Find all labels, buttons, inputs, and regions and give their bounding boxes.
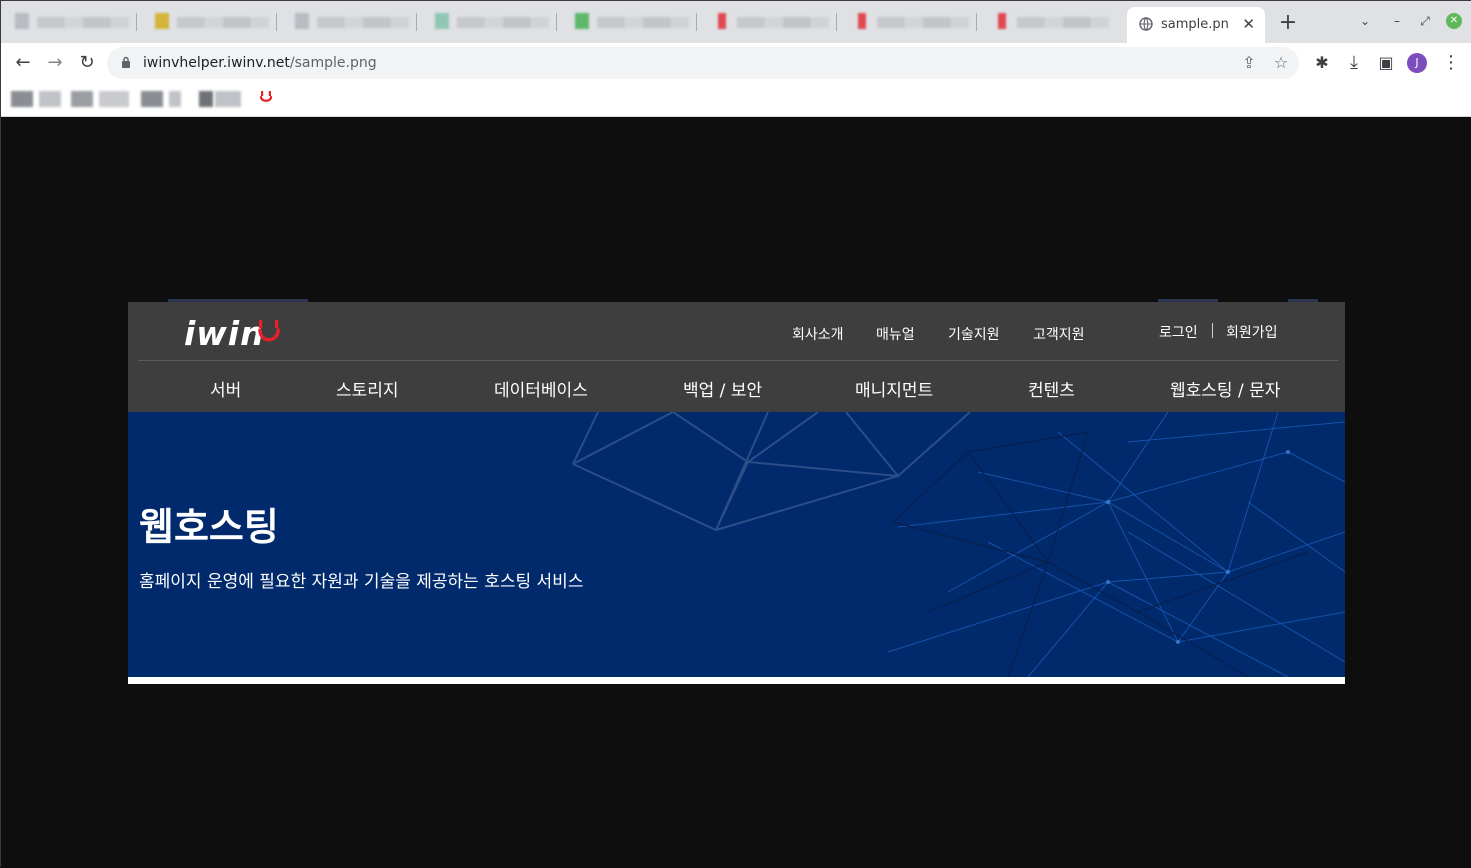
- restore-icon[interactable]: ⤢: [1417, 13, 1433, 29]
- bookmark-blurred[interactable]: [141, 91, 163, 107]
- address-bar[interactable]: iwinvhelper.iwinv.net/sample.png ⇪ ☆: [107, 47, 1299, 79]
- share-icon[interactable]: ⇪: [1239, 53, 1259, 73]
- tab-separator: [416, 13, 417, 31]
- tab-title: sample.png: [1161, 17, 1229, 32]
- bookmark-blurred[interactable]: [199, 91, 213, 107]
- tab-blurred[interactable]: [849, 9, 977, 35]
- header-divider: [138, 360, 1338, 361]
- page-viewport: iwin 회사소개 매뉴얼 기술지원 고객지원 로그인 회원가입 서버 스토리지: [1, 117, 1471, 868]
- tab-title-blurred: [177, 17, 269, 28]
- tab-active[interactable]: sample.png ✕: [1127, 7, 1265, 43]
- topnav-tech-support[interactable]: 기술지원: [948, 324, 1000, 344]
- tab-favicon: [718, 13, 726, 29]
- address-host: iwinvhelper.iwinv.net: [143, 55, 290, 71]
- menu-icon[interactable]: ⋮: [1439, 51, 1463, 75]
- tab-title-blurred: [1017, 17, 1109, 28]
- tab-favicon: [295, 13, 309, 29]
- tab-favicon: [15, 13, 29, 29]
- new-tab-button[interactable]: +: [1276, 11, 1300, 35]
- network-lines-blue: [887, 412, 1345, 677]
- tab-separator: [836, 13, 837, 31]
- tab-title-blurred: [737, 17, 829, 28]
- bookmark-blurred[interactable]: [39, 91, 61, 107]
- reload-icon[interactable]: ↻: [75, 51, 99, 75]
- tab-title-blurred: [597, 17, 689, 28]
- tab-title-blurred: [457, 17, 549, 28]
- tab-blurred[interactable]: [569, 9, 697, 35]
- browser-toolbar: ← → ↻ iwinvhelper.iwinv.net/sample.png ⇪…: [1, 43, 1471, 83]
- forward-icon[interactable]: →: [43, 51, 67, 75]
- topnav-customer-support[interactable]: 고객지원: [1033, 324, 1085, 344]
- site-header: iwin 회사소개 매뉴얼 기술지원 고객지원 로그인 회원가입 서버 스토리지: [128, 302, 1345, 412]
- smile-logo-icon: [258, 320, 280, 342]
- back-icon[interactable]: ←: [11, 51, 35, 75]
- address-path: /sample.png: [289, 55, 377, 71]
- tab-separator: [976, 13, 977, 31]
- mainnav-database[interactable]: 데이터베이스: [494, 376, 588, 401]
- tab-separator: [556, 13, 557, 31]
- tab-title-blurred: [37, 17, 129, 28]
- tab-blurred[interactable]: [9, 9, 137, 35]
- tab-blurred[interactable]: [709, 9, 837, 35]
- bookmark-blurred[interactable]: [71, 91, 93, 107]
- network-lines-dark: [892, 431, 1309, 677]
- tab-blurred[interactable]: [289, 9, 417, 35]
- hero-subtitle: 홈페이지 운영에 필요한 자원과 기술을 제공하는 호스팅 서비스: [139, 572, 584, 592]
- network-lines-light: [572, 412, 971, 532]
- tab-blurred[interactable]: [989, 9, 1115, 35]
- window-close-icon[interactable]: ✕: [1446, 13, 1462, 29]
- tab-separator: [136, 13, 137, 31]
- address-url: iwinvhelper.iwinv.net/sample.png: [143, 55, 377, 71]
- mainnav-server[interactable]: 서버: [210, 376, 241, 401]
- tab-favicon: [575, 13, 589, 29]
- lock-icon[interactable]: [121, 56, 131, 68]
- bookmark-blurred[interactable]: [169, 91, 181, 107]
- tab-title-blurred: [317, 17, 409, 28]
- bookmark-star-icon[interactable]: ☆: [1271, 53, 1291, 73]
- tab-blurred[interactable]: [429, 9, 557, 35]
- tab-close-icon[interactable]: ✕: [1242, 15, 1255, 33]
- tab-search-icon[interactable]: ⌄: [1357, 13, 1373, 29]
- tab-favicon: [155, 13, 169, 29]
- tab-favicon: [858, 13, 866, 29]
- bookmark-blurred[interactable]: [11, 91, 33, 107]
- topnav-manual[interactable]: 매뉴얼: [876, 324, 915, 344]
- mainnav-storage[interactable]: 스토리지: [336, 376, 399, 401]
- profile-avatar[interactable]: J: [1407, 53, 1427, 73]
- bookmarks-bar: [1, 83, 1471, 117]
- logo-text: iwin: [184, 314, 265, 353]
- mainnav-contents[interactable]: 컨텐츠: [1028, 376, 1075, 401]
- account-divider: [1212, 323, 1213, 338]
- sample-image: iwin 회사소개 매뉴얼 기술지원 고객지원 로그인 회원가입 서버 스토리지: [128, 299, 1345, 684]
- bookmark-blurred[interactable]: [215, 91, 241, 107]
- tab-separator: [696, 13, 697, 31]
- globe-icon: [1139, 17, 1153, 31]
- minimize-icon[interactable]: –: [1389, 13, 1405, 29]
- side-panel-icon[interactable]: ▣: [1374, 51, 1398, 75]
- mainnav-backup-security[interactable]: 백업 / 보안: [683, 376, 762, 401]
- tab-strip: sample.png ✕ + ⌄ – ⤢ ✕: [1, 1, 1471, 43]
- tab-favicon: [998, 13, 1006, 29]
- tab-separator: [276, 13, 277, 31]
- bookmark-blurred[interactable]: [99, 91, 129, 107]
- hero-bottom-bar: [128, 677, 1345, 684]
- browser-window: sample.png ✕ + ⌄ – ⤢ ✕ ← → ↻ iwinvhelper…: [0, 0, 1471, 868]
- mainnav-webhosting-sms[interactable]: 웹호스팅 / 문자: [1170, 376, 1280, 401]
- download-icon[interactable]: ⤓: [1342, 51, 1366, 75]
- network-pattern: [572, 412, 1345, 677]
- topnav-company[interactable]: 회사소개: [792, 324, 844, 344]
- tab-title-blurred: [877, 17, 969, 28]
- hero-banner: 웹호스팅 홈페이지 운영에 필요한 자원과 기술을 제공하는 호스팅 서비스: [128, 412, 1345, 677]
- tab-blurred[interactable]: [149, 9, 277, 35]
- tab-favicon: [435, 13, 449, 29]
- hero-title: 웹호스팅: [139, 505, 279, 549]
- signup-link[interactable]: 회원가입: [1226, 322, 1278, 342]
- extensions-icon[interactable]: ✱: [1310, 51, 1334, 75]
- mainnav-management[interactable]: 매니지먼트: [855, 376, 933, 401]
- login-link[interactable]: 로그인: [1159, 322, 1198, 342]
- iwinv-bookmark-icon[interactable]: [258, 90, 274, 108]
